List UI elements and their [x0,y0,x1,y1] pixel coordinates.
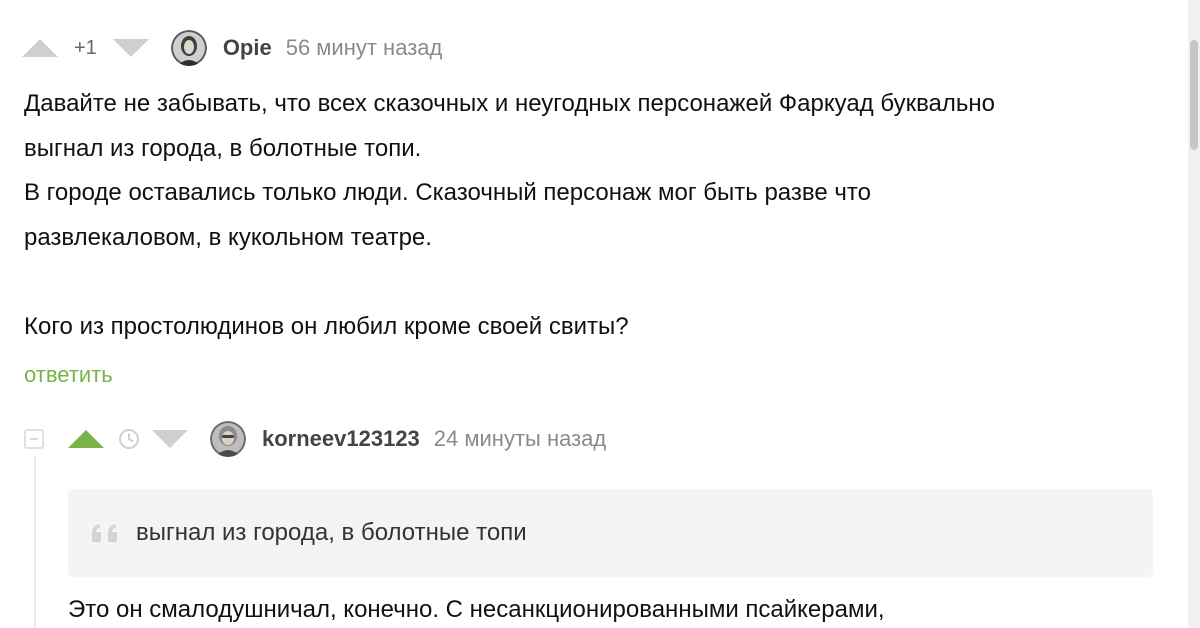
comment-header: +1 Opie 56 минут назад [22,28,442,68]
quote-icon [92,524,117,542]
collapse-icon[interactable] [24,429,44,449]
avatar[interactable] [210,421,246,457]
comment-rating: +1 [74,36,97,59]
comment-header: korneev123123 24 минуты назад [24,419,606,459]
scrollbar[interactable] [1188,0,1200,628]
comment-author[interactable]: Opie [223,35,272,61]
upvote-icon[interactable] [22,39,58,57]
comment-author[interactable]: korneev123123 [262,426,420,452]
comment-body: Давайте не забывать, что всех сказочных … [24,82,1154,349]
avatar[interactable] [170,30,207,66]
comment-line: Кого из простолюдинов он любил кроме сво… [24,312,629,340]
comment-time[interactable]: 24 минуты назад [434,426,606,452]
comment-line: Давайте не забывать, что всех сказочных … [24,90,996,117]
reply-link[interactable]: ответить [24,362,113,388]
comment-body: Это он смалодушничал, конечно. С несанкц… [68,596,885,623]
downvote-icon[interactable] [112,39,149,57]
scrollbar-thumb[interactable] [1190,40,1198,150]
thread-line[interactable] [34,456,36,628]
upvote-icon[interactable] [68,430,104,448]
comments-page: +1 Opie 56 минут назад Давайте не забыва… [0,0,1200,628]
quote-text: выгнал из города, в болотные топи [136,519,527,546]
downvote-icon[interactable] [152,430,188,448]
comment-time[interactable]: 56 минут назад [286,35,443,61]
comment-line: развлекаловом, в кукольном театре. [24,223,432,251]
clock-icon [119,429,139,449]
comment-line: В городе оставались только люди. Сказочн… [24,179,871,206]
comment-line: выгнал из города, в болотные топи. [24,134,422,162]
quote-block: выгнал из города, в болотные топи [68,489,1153,577]
